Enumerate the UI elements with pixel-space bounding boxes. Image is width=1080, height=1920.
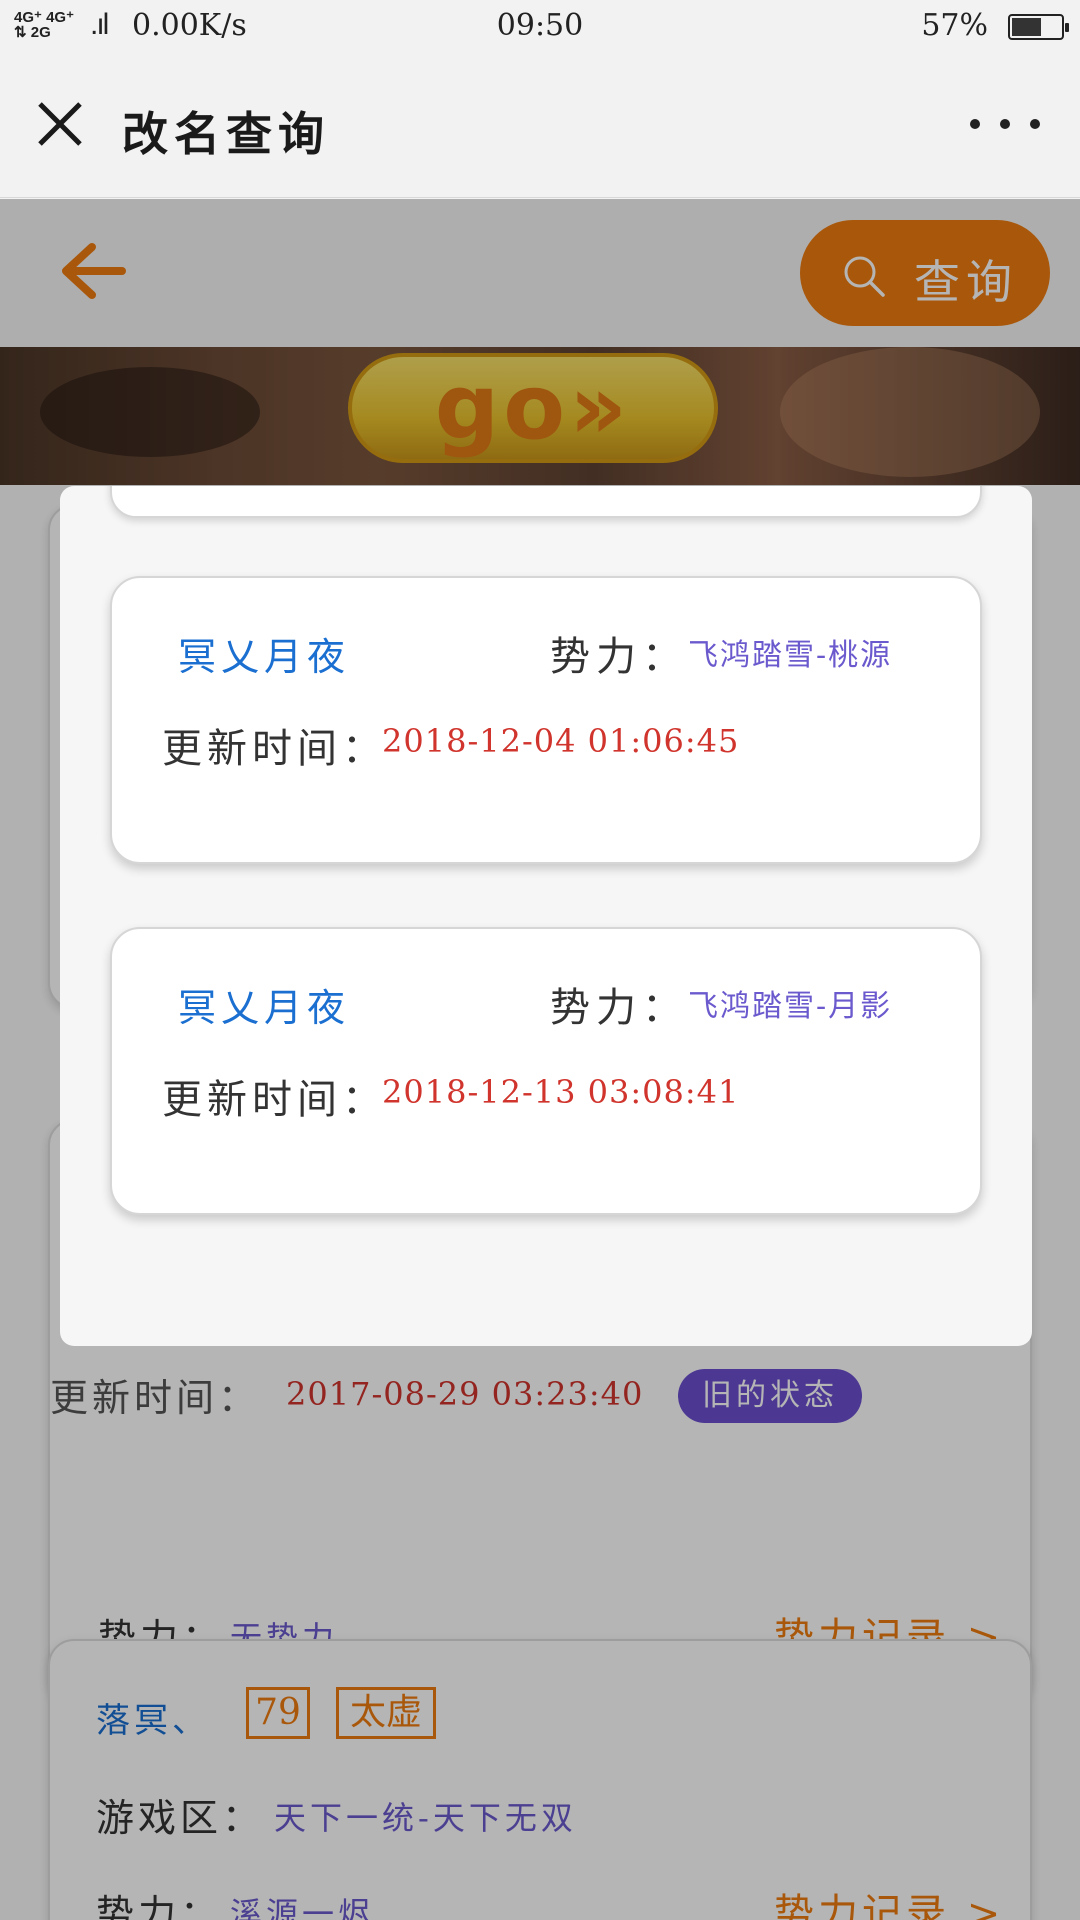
faction-label: 势力： bbox=[550, 634, 688, 680]
history-card: 冥乂月夜 势力： 飞鸿踏雪-桃源 更新时间： 2018-12-04 01:06:… bbox=[110, 576, 982, 864]
webview-titlebar: 改名查询 bbox=[0, 52, 1080, 198]
update-time-label: 更新时间： bbox=[162, 1077, 387, 1123]
faction-value: 飞鸿踏雪-月影 bbox=[688, 989, 893, 1024]
history-name[interactable]: 冥乂月夜 bbox=[178, 977, 350, 1032]
update-time-value: 2018-12-04 01:06:45 bbox=[382, 722, 740, 760]
close-icon[interactable] bbox=[34, 98, 86, 150]
faction-label: 势力： bbox=[550, 985, 688, 1031]
history-card: 冥乂月夜 势力： 飞鸿踏雪-月影 更新时间： 2018-12-13 03:08:… bbox=[110, 927, 982, 1215]
history-card bbox=[110, 486, 982, 518]
faction-value: 飞鸿踏雪-桃源 bbox=[688, 638, 893, 673]
battery-icon bbox=[1008, 14, 1069, 40]
status-bar: 4G⁺ 4G⁺ ⇅ 2G .ıl 0.00K/s 09:50 57% bbox=[0, 0, 1080, 52]
more-options-icon[interactable] bbox=[970, 112, 1040, 136]
status-time: 09:50 bbox=[496, 8, 584, 43]
update-time-value: 2018-12-13 03:08:41 bbox=[382, 1073, 740, 1111]
name-history-modal: 冥乂月夜 势力： 飞鸿踏雪-桃源 更新时间： 2018-12-04 01:06:… bbox=[60, 486, 1032, 1346]
update-time-label: 更新时间： bbox=[162, 726, 387, 772]
page-title: 改名查询 bbox=[122, 107, 330, 161]
history-name[interactable]: 冥乂月夜 bbox=[178, 626, 350, 681]
battery-percent: 57% bbox=[921, 8, 988, 43]
